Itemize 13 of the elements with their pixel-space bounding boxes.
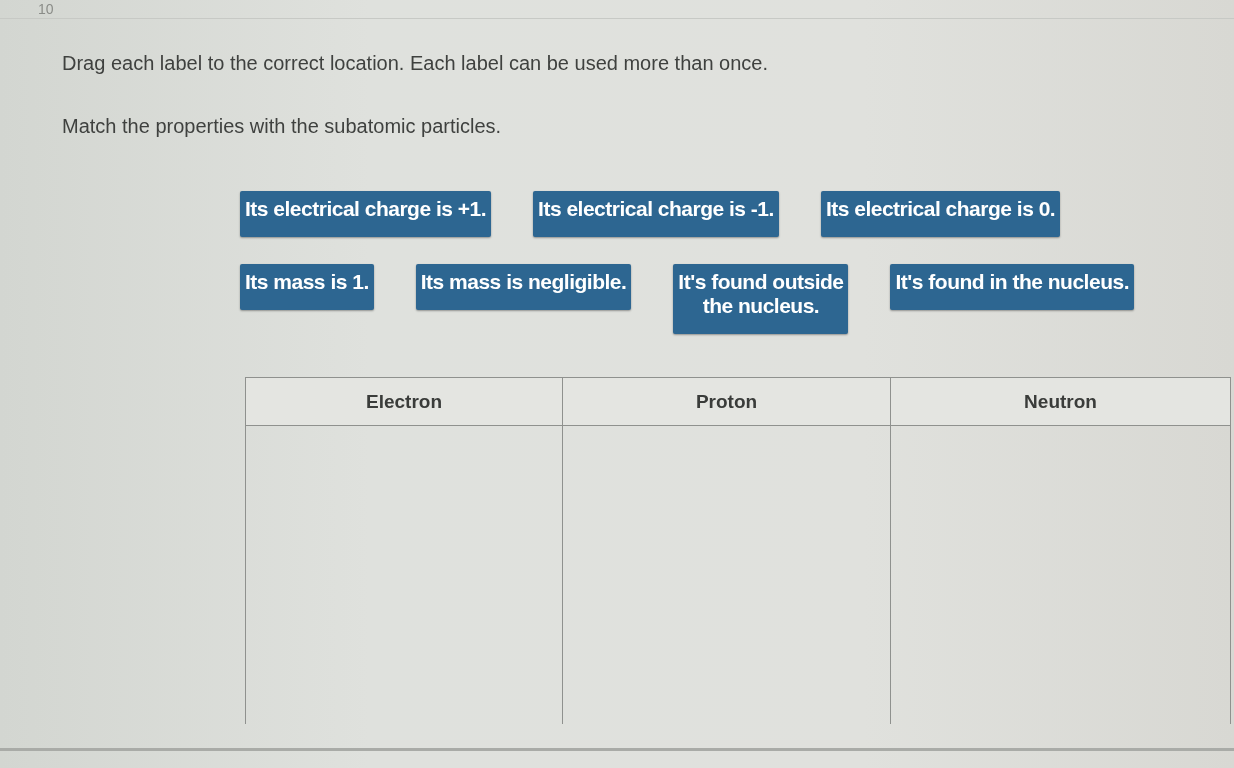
instruction-text: Match the properties with the subatomic particles. [62,115,503,137]
question-number: 10 [38,2,54,16]
column-header: Electron [365,389,444,414]
draggable-label[interactable]: Its mass is 1. [240,264,374,310]
column-header: Neutron [890,378,1230,425]
draggable-label[interactable]: It's found in the nucleus. [890,264,1134,310]
draggable-label[interactable]: It's found outside the nucleus. [673,264,849,334]
draggable-label[interactable]: Its electrical charge is +1. [240,191,492,237]
draggable-label[interactable]: Its electrical charge is 0. [820,191,1061,237]
instruction-text: Drag each label to the correct location. Each label can be used more than once. [62,52,769,74]
draggable-label[interactable]: Its electrical charge is -1. [533,191,779,237]
draggable-label[interactable]: Its mass is negligible. [415,264,632,310]
column-header: Proton [562,378,891,425]
